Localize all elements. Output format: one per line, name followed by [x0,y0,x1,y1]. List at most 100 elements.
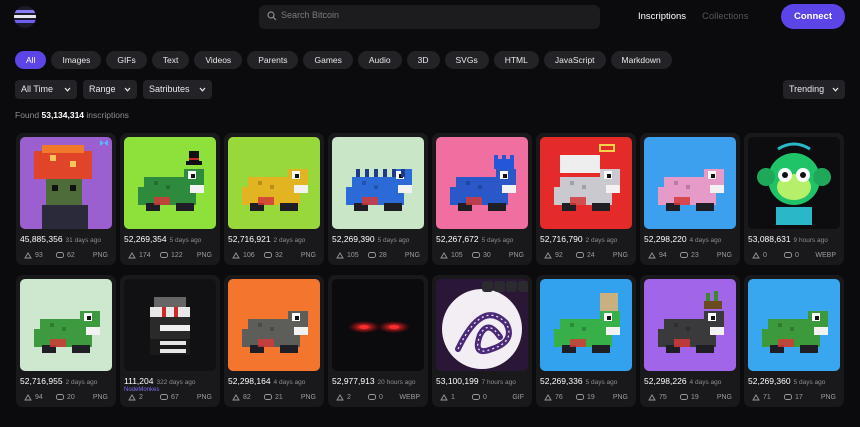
filter-chip-audio[interactable]: Audio [357,51,402,69]
filter-chip-gifs[interactable]: GIFs [106,51,147,69]
inscription-card[interactable]: 53,100,199 7 hours ago 1 0 GIF [432,275,532,407]
like-stat[interactable]: 1 [440,394,455,401]
inscription-card[interactable]: 52,298,226 4 days ago 75 19 PNG [640,275,740,407]
filter-chip-html[interactable]: HTML [493,51,539,69]
comment-stat[interactable]: 20 [56,394,75,401]
inscription-thumbnail[interactable] [124,279,216,371]
connect-button[interactable]: Connect [781,4,845,29]
filter-chip-all[interactable]: All [15,51,47,69]
like-stat[interactable]: 92 [544,252,563,259]
like-stat[interactable]: 105 [440,252,463,259]
like-stat[interactable]: 0 [752,252,767,259]
like-stat[interactable]: 2 [336,394,351,401]
search-input[interactable]: Search Bitcoin [259,5,600,29]
inscription-thumbnail[interactable] [228,279,320,371]
inscription-thumbnail[interactable] [540,137,632,229]
filter-chip-svgs[interactable]: SVGs [444,51,489,69]
inscription-number[interactable]: 52,716,921 [228,234,271,244]
inscription-card[interactable]: 52,267,672 5 days ago 105 30 PNG [432,133,532,265]
comment-stat[interactable]: 0 [368,394,383,401]
comment-stat[interactable]: 21 [264,394,283,401]
inscription-thumbnail[interactable] [436,279,528,371]
like-stat[interactable]: 75 [648,394,667,401]
filter-chip-text[interactable]: Text [151,51,190,69]
inscription-thumbnail[interactable] [228,137,320,229]
inscription-card[interactable]: 111,204 322 days ago NodeMonkes 2 67 PNG [120,275,220,407]
comment-stat[interactable]: 28 [368,252,387,259]
filter-chip-markdown[interactable]: Markdown [610,51,672,69]
range-dropdown[interactable]: Range [83,80,137,99]
inscription-number[interactable]: 52,269,360 [748,376,791,386]
comment-stat[interactable]: 122 [160,252,183,259]
inscription-number[interactable]: 52,269,336 [540,376,583,386]
filter-chip-videos[interactable]: Videos [194,51,243,69]
inscription-number[interactable]: 52,269,390 [332,234,375,244]
inscription-number[interactable]: 52,716,790 [540,234,583,244]
inscription-thumbnail[interactable] [124,137,216,229]
inscription-number[interactable]: 53,100,199 [436,376,479,386]
inscription-thumbnail[interactable] [20,279,112,371]
time-filter-dropdown[interactable]: All Time [15,80,77,99]
inscription-thumbnail[interactable] [540,279,632,371]
collection-name[interactable]: NodeMonkes [124,387,159,393]
inscription-card[interactable]: 52,269,360 5 days ago 71 17 PNG [744,275,844,407]
inscription-thumbnail[interactable] [436,137,528,229]
inscription-card[interactable]: 52,269,390 5 days ago 105 28 PNG [328,133,428,265]
comment-stat[interactable]: 62 [56,252,75,259]
inscription-thumbnail[interactable] [332,279,424,371]
inscription-number[interactable]: 52,298,226 [644,376,687,386]
inscription-thumbnail[interactable] [748,279,840,371]
like-stat[interactable]: 2 [128,394,143,401]
sort-dropdown[interactable]: Trending [783,80,845,99]
inscription-thumbnail[interactable] [748,137,840,229]
filter-chip-3d[interactable]: 3D [406,51,440,69]
like-stat[interactable]: 76 [544,394,563,401]
inscription-thumbnail[interactable] [644,137,736,229]
inscription-number[interactable]: 52,298,164 [228,376,271,386]
inscription-thumbnail[interactable] [644,279,736,371]
comment-stat[interactable]: 32 [264,252,283,259]
inscription-card[interactable]: 52,716,790 2 days ago 92 24 PNG [536,133,636,265]
like-stat[interactable]: 106 [232,252,255,259]
like-stat[interactable]: 174 [128,252,151,259]
inscription-number[interactable]: 52,977,913 [332,376,375,386]
inscription-number[interactable]: 45,885,356 [20,234,63,244]
comment-stat[interactable]: 19 [680,394,699,401]
inscription-card[interactable]: 52,298,164 4 days ago 82 21 PNG [224,275,324,407]
inscription-number[interactable]: 111,204 [124,376,153,386]
comment-stat[interactable]: 23 [680,252,699,259]
inscription-card[interactable]: 53,088,631 9 hours ago 0 0 WEBP [744,133,844,265]
comment-stat[interactable]: 24 [576,252,595,259]
comment-stat[interactable]: 67 [160,394,179,401]
inscription-card[interactable]: 52,716,921 2 days ago 106 32 PNG [224,133,324,265]
inscription-card[interactable]: 52,977,913 20 hours ago 2 0 WEBP [328,275,428,407]
satributes-dropdown[interactable]: Satributes [143,80,212,99]
filter-chip-games[interactable]: Games [303,51,353,69]
filter-chip-parents[interactable]: Parents [247,51,299,69]
inscription-number[interactable]: 52,269,354 [124,234,167,244]
inscription-number[interactable]: 52,267,672 [436,234,479,244]
inscription-card[interactable]: 52,269,354 5 days ago 174 122 PNG [120,133,220,265]
inscription-number[interactable]: 52,716,955 [20,376,63,386]
like-stat[interactable]: 71 [752,394,771,401]
inscription-number[interactable]: 52,298,220 [644,234,687,244]
filter-chip-images[interactable]: Images [51,51,102,69]
inscription-card[interactable]: 52,716,955 2 days ago 94 20 PNG [16,275,116,407]
nav-collections[interactable]: Collections [702,11,748,22]
like-stat[interactable]: 94 [24,394,43,401]
nav-inscriptions[interactable]: Inscriptions [638,11,686,22]
inscription-thumbnail[interactable] [20,137,112,229]
comment-stat[interactable]: 30 [472,252,491,259]
filter-chip-javascript[interactable]: JavaScript [543,51,606,69]
inscription-card[interactable]: 52,269,336 5 days ago 76 19 PNG [536,275,636,407]
inscription-thumbnail[interactable] [332,137,424,229]
comment-stat[interactable]: 17 [784,394,803,401]
comment-stat[interactable]: 0 [472,394,487,401]
like-stat[interactable]: 94 [648,252,667,259]
like-stat[interactable]: 105 [336,252,359,259]
like-stat[interactable]: 93 [24,252,43,259]
inscription-card[interactable]: 45,885,356 31 days ago 93 62 PNG [16,133,116,265]
inscription-number[interactable]: 53,088,631 [748,234,791,244]
comment-stat[interactable]: 0 [784,252,799,259]
like-stat[interactable]: 82 [232,394,251,401]
